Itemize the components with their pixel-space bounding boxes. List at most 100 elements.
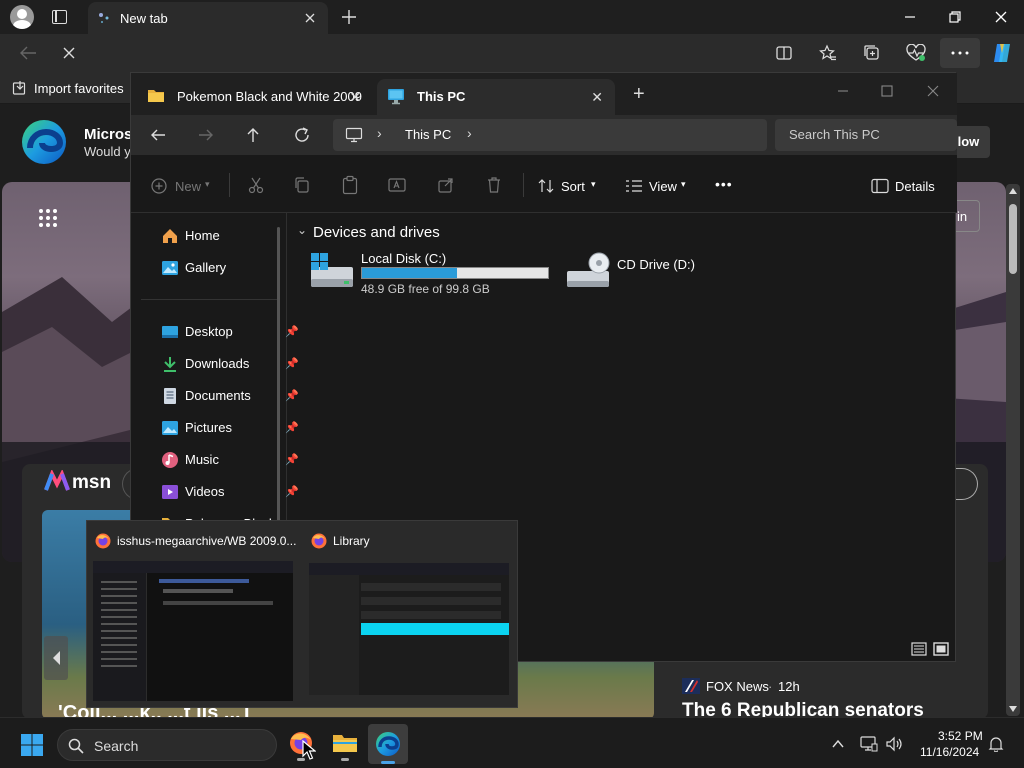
explorer-search-box[interactable]: Search This PC	[775, 119, 957, 151]
computer-icon	[345, 127, 363, 143]
thumbnail-2[interactable]: Library	[303, 521, 519, 709]
large-icons-toggle-icon[interactable]	[933, 641, 949, 657]
fox-news-icon	[682, 678, 700, 694]
explorer-minimize-button[interactable]	[833, 81, 853, 101]
new-tab-button[interactable]	[340, 8, 358, 26]
home-icon	[161, 227, 179, 245]
news-card-right[interactable]: FOX News · 12h The 6 Republican senators	[668, 664, 968, 721]
msn-label: msn	[72, 472, 112, 493]
command-separator	[229, 173, 230, 197]
taskbar: Search 3:52 PM 11/16/2024	[0, 717, 1024, 768]
network-icon[interactable]	[860, 736, 878, 752]
sidebar-item-label: Desktop	[185, 324, 233, 339]
explorer-search-placeholder: Search This PC	[789, 127, 880, 142]
thumbnail-preview	[93, 561, 293, 701]
breadcrumb-chevron-icon[interactable]: ›	[377, 125, 382, 141]
share-icon[interactable]	[437, 176, 455, 194]
drive-cd[interactable]: CD Drive (D:)	[565, 249, 725, 295]
tab-new-tab[interactable]: New tab	[88, 2, 328, 34]
rename-icon[interactable]	[387, 176, 407, 194]
explorer-navigation-bar: › This PC › Search This PC	[131, 115, 957, 155]
firefox-icon	[95, 533, 111, 549]
restore-button[interactable]	[943, 5, 967, 29]
taskbar-search-box[interactable]: Search	[57, 729, 277, 761]
running-indicator	[341, 758, 349, 761]
thumbnail-title: isshus-megaarchive/WB 2009.0...	[117, 534, 297, 548]
clock-date[interactable]: 11/16/2024	[920, 745, 979, 759]
downloads-icon	[161, 355, 179, 373]
refresh-button[interactable]	[293, 126, 311, 144]
new-button-label: New	[175, 179, 202, 194]
start-button[interactable]	[20, 733, 44, 757]
copilot-icon[interactable]	[990, 41, 1014, 65]
scrollbar-thumb[interactable]	[1009, 204, 1017, 274]
sidebar-item-label: Pictures	[185, 420, 232, 435]
collections-icon[interactable]	[863, 44, 881, 62]
explorer-maximize-button[interactable]	[877, 81, 897, 101]
sidebar-item-label: Videos	[185, 484, 225, 499]
forward-button[interactable]	[197, 127, 215, 143]
videos-icon	[161, 483, 179, 501]
paste-icon[interactable]	[341, 175, 359, 195]
cut-icon[interactable]	[247, 176, 265, 194]
copy-icon[interactable]	[293, 176, 311, 194]
volume-icon[interactable]	[886, 736, 904, 752]
sidebar-item-label: Downloads	[185, 356, 250, 371]
sort-button-label: Sort	[561, 179, 585, 194]
thumbnail-1[interactable]: isshus-megaarchive/WB 2009.0...	[87, 521, 303, 709]
music-icon	[161, 451, 179, 469]
edge-toolbar	[0, 34, 1024, 102]
drive-name: Local Disk (C:)	[361, 251, 447, 266]
carousel-prev-button[interactable]	[44, 636, 68, 680]
tab-close-icon[interactable]: ✕	[349, 89, 361, 106]
favorites-icon[interactable]	[819, 44, 837, 62]
minimize-button[interactable]	[898, 5, 922, 29]
chevron-down-icon: ▾	[681, 179, 686, 189]
apps-grid-icon[interactable]	[38, 208, 58, 228]
sidebar-item-label: Home	[185, 228, 220, 243]
command-separator	[523, 173, 524, 197]
notification-bell-icon[interactable]	[988, 736, 1004, 752]
chevron-down-icon: ▾	[591, 179, 596, 189]
drive-local-disk[interactable]: Local Disk (C:) 48.9 GB free of 99.8 GB	[309, 249, 555, 296]
tab-this-pc[interactable]: This PC ✕	[377, 79, 615, 115]
back-button[interactable]	[18, 44, 38, 62]
stop-loading-button[interactable]	[60, 44, 78, 62]
breadcrumb[interactable]: › This PC ›	[333, 119, 767, 151]
view-button-label: View	[649, 179, 677, 194]
page-scrollbar[interactable]	[1006, 184, 1020, 716]
breadcrumb-item[interactable]: This PC	[405, 127, 451, 142]
news-dot: ·	[768, 679, 773, 694]
up-button[interactable]	[245, 126, 261, 144]
back-button[interactable]	[149, 127, 167, 143]
edge-taskbar-button[interactable]	[368, 724, 408, 764]
file-explorer-taskbar-button[interactable]	[330, 728, 360, 761]
profile-avatar[interactable]	[10, 5, 34, 29]
sign-in-label: in	[957, 209, 968, 224]
tab-title: New tab	[120, 11, 168, 26]
taskbar-search-label: Search	[94, 738, 139, 754]
chevron-up-icon[interactable]	[830, 736, 846, 752]
new-explorer-tab-button[interactable]: +	[633, 84, 645, 104]
details-view-toggle-icon[interactable]	[911, 641, 927, 657]
drive-name: CD Drive (D:)	[617, 257, 695, 272]
delete-icon[interactable]	[485, 175, 503, 195]
more-options-icon[interactable]	[940, 38, 980, 68]
this-pc-icon	[387, 88, 405, 105]
clock-time[interactable]: 3:52 PM	[938, 729, 983, 743]
details-button-label: Details	[895, 179, 935, 194]
tab-close-icon[interactable]	[302, 10, 318, 26]
split-screen-icon[interactable]	[775, 44, 793, 62]
explorer-close-button[interactable]	[923, 81, 943, 101]
firefox-icon	[311, 533, 327, 549]
sidebar-divider	[141, 299, 277, 300]
folder-icon	[147, 88, 165, 104]
tab-close-icon[interactable]: ✕	[591, 89, 603, 106]
documents-icon	[161, 387, 179, 405]
close-button[interactable]	[989, 5, 1013, 29]
tab-actions-icon[interactable]	[52, 10, 67, 24]
import-favorites-label: Import favorites	[34, 81, 124, 96]
browser-essentials-icon[interactable]	[906, 44, 926, 62]
breadcrumb-chevron-icon[interactable]: ›	[467, 125, 472, 141]
tab-pokemon[interactable]: Pokemon Black and White 2009 ✕	[137, 79, 373, 115]
